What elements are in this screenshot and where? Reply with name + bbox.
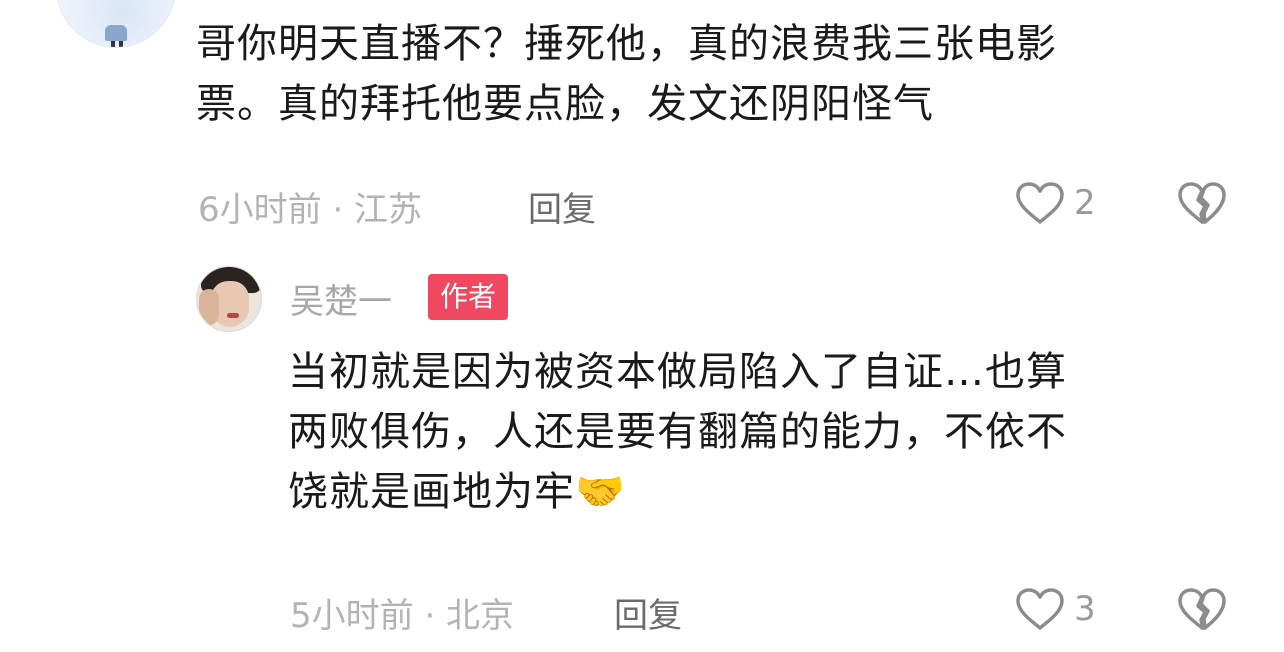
broken-heart-icon [1178, 588, 1226, 630]
avatar-lip [227, 313, 239, 318]
comment-thread: 哥你明天直播不？捶死他，真的浪费我三张电影 票。真的拜托他要点脸，发文还阴阳怪气… [0, 0, 1284, 652]
like-button[interactable]: 2 [1014, 180, 1096, 226]
comment-time-location: 5小时前 · 北京 [290, 596, 515, 636]
comment-text-line: 哥你明天直播不？捶死他，真的浪费我三张电影 [196, 21, 1057, 67]
like-button[interactable]: 3 [1014, 586, 1096, 632]
heart-outline-icon [1016, 588, 1064, 630]
avatar-hand [199, 289, 219, 325]
dislike-button[interactable] [1176, 180, 1228, 230]
author-avatar[interactable] [196, 266, 262, 332]
comment-text-line: 饶就是画地为牢🤝 [288, 462, 1067, 522]
avatar-figure-leg [119, 41, 123, 47]
avatar-figure [105, 25, 127, 41]
comment-text-line: 票。真的拜托他要点脸，发文还阴阳怪气 [196, 81, 934, 127]
comment-time-location: 6小时前 · 江苏 [198, 190, 423, 230]
author-badge: 作者 [428, 274, 509, 320]
like-count: 3 [1074, 589, 1096, 629]
avatar-figure-leg [111, 41, 115, 47]
author-name[interactable]: 吴楚一 [290, 274, 392, 323]
comment-text-line: 当初就是因为被资本做局陷入了自证…也算 [288, 349, 1067, 395]
heart-outline-icon [1016, 182, 1064, 224]
dislike-button[interactable] [1176, 586, 1228, 636]
comment-text: 哥你明天直播不？捶死他，真的浪费我三张电影 票。真的拜托他要点脸，发文还阴阳怪气 [196, 14, 1057, 134]
broken-heart-icon [1178, 182, 1226, 224]
handshake-emoji: 🤝 [575, 469, 626, 515]
comment-text: 当初就是因为被资本做局陷入了自证…也算 两败俱伤，人还是要有翻篇的能力，不依不 … [288, 342, 1067, 522]
reply-button[interactable]: 回复 [614, 588, 682, 637]
comment-text-segment: 饶就是画地为牢 [288, 469, 575, 515]
comment-text-line: 两败俱伤，人还是要有翻篇的能力，不依不 [288, 409, 1067, 455]
commenter-avatar[interactable] [56, 0, 176, 48]
reply-button[interactable]: 回复 [528, 182, 596, 231]
like-count: 2 [1074, 183, 1096, 223]
